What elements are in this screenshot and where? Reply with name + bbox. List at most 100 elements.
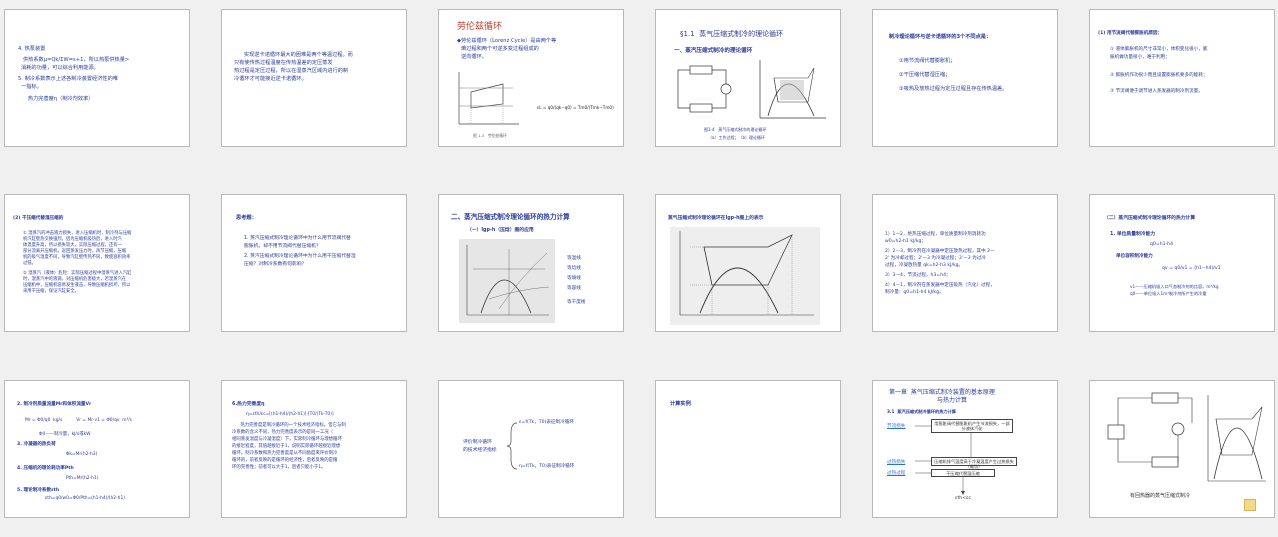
- slide-8-item: 1. 蒸汽压缩式制冷理论循环中为什么用节流阀代替: [244, 236, 351, 241]
- slide-15-left: 评价制冷循环: [463, 440, 492, 445]
- slide-14-title: 6.热力完善度η: [232, 402, 265, 407]
- slide-13-line: 5. 理论制冷系数εth: [17, 488, 60, 493]
- refrigeration-cycle-diagram: [677, 60, 826, 119]
- slide-5-title: 制冷理论循环与逆卡诺循环的3个不同点是：: [889, 34, 992, 40]
- slide-13-line: 3. 冷凝器的热负荷: [17, 442, 56, 447]
- regenerative-cycle-diagram: [1107, 392, 1266, 482]
- slide-9-title: 二、蒸汽压缩式制冷理论循环的热力计算: [451, 213, 570, 221]
- slide-4-caption-2: （a）工作过程；（b）理论循环: [708, 135, 765, 140]
- slide-8-item: 膨胀机，却不用节流阀代替压缩机？: [244, 244, 321, 249]
- slide-7-title: (2) 干压缩代替湿压缩的: [13, 216, 64, 221]
- slide-6-item: ② 膨胀机作功很少而且设置膨胀机要多的能耗；: [1110, 73, 1208, 78]
- slide-7-item: 过低。: [23, 261, 36, 266]
- slide-16[interactable]: 计算实例: [655, 380, 841, 518]
- slide-15-bottom: η=f(Tk，T0)表征制冷循环: [519, 464, 575, 469]
- slide-11[interactable]: 1）1—2，绝热压缩过程，单位质量制冷剂消耗功 w0=h2-h1 kJ/kg； …: [872, 194, 1058, 332]
- slide-4-title: §1.1 蒸气压缩式制冷的理论循环: [680, 30, 784, 38]
- slide-13-line: Φk=Mr(h2-h3): [17, 452, 98, 457]
- slide-4[interactable]: §1.1 蒸气压缩式制冷的理论循环 一、蒸汽压缩式制冷的理论循环 图1-4 蒸气…: [655, 9, 841, 147]
- slide-17[interactable]: 第一章 蒸气压缩式制冷装置的基本原理 与热力计算 3.1 蒸汽压缩式制冷循环的热…: [872, 380, 1058, 518]
- slide-2-line: 只有使传热过程温度在传热温差的定压蒸发: [234, 60, 333, 66]
- slide-2[interactable]: 实现逆卡诺循环最大的困难是两个等温过程。而 只有使传热过程温度在传热温差的定压蒸…: [221, 9, 407, 147]
- slide-18[interactable]: 有回热器的蒸气压缩式制冷: [1089, 380, 1275, 518]
- slide-5-item: ②干压缩代替湿压缩；: [899, 72, 951, 78]
- slide-12-formula-2: qv = q0/v1 = (h1−h4)/v1: [1162, 266, 1221, 271]
- slide-9[interactable]: 二、蒸汽压缩式制冷理论循环的热力计算 （一）lgp-h（压焓）图的应用 等温线 …: [438, 194, 624, 332]
- slide-2-line: 热过程是定压过程，所以在湿蒸汽区域内进行的制: [234, 68, 349, 74]
- slide-5[interactable]: 制冷理论循环与逆卡诺循环的3个不同点是： ①用节流阀代替膨胀机； ②干压缩代替湿…: [872, 9, 1058, 147]
- slide-4-caption-1: 图1-4 蒸气压缩式制冷的理论循环: [704, 127, 767, 132]
- lorenz-diagram: [458, 72, 519, 125]
- slide-9-legend: 等干度线: [567, 300, 586, 305]
- slide-10[interactable]: 蒸气压缩式制冷理论循环在lgp-h图上的表示: [655, 194, 841, 332]
- slide-3-caption: 图 1-3 劳伦兹循环: [473, 133, 507, 138]
- slide-14-formula: η=εth/εc=[(h1-h4)/(h2-h1)]·[T0/(Tk-T0)]: [246, 412, 334, 417]
- slide-9-legend: 等焓线: [567, 266, 581, 271]
- slide-1-line: 4. 热泵装置: [18, 46, 46, 52]
- slide-18-note-icon[interactable]: [1244, 499, 1256, 511]
- slide-6-item: ③ 节流阀便于调节进入蒸发器的制冷剂流量。: [1110, 89, 1203, 94]
- slide-12-sub-1: 1. 单位质量制冷能力: [1110, 232, 1156, 237]
- slide-13-line: Mr = Φ0/q0 kg/s Vr = Mr·v1 = Φ0/qv m³/s: [25, 418, 133, 423]
- slide-18-caption: 有回热器的蒸气压缩式制冷: [1130, 493, 1191, 499]
- slide-9-subtitle: （一）lgp-h（压焓）图的应用: [467, 228, 534, 233]
- slide-14-item: 循环的，前者反映的是循环的经济性，后者反映的是循: [232, 458, 338, 463]
- slide-13-line: Pth=Mr(h2-h1): [17, 476, 99, 481]
- slide-17-result: εth<εc: [955, 496, 972, 501]
- slide-1-line: 热力完善度η（制冷剂效率）: [18, 96, 94, 102]
- slide-14-item: 冷系数的含义不同，热力完善度表示的是同一工况（: [232, 430, 333, 435]
- slide-12-title: （二）蒸汽压缩式制冷理论循环的热力计算: [1104, 216, 1196, 221]
- slide-13[interactable]: 2. 制冷剂质量流量Mr和体积流量Vr Mr = Φ0/q0 kg/s Vr =…: [4, 380, 190, 518]
- slide-13-line: 2. 制冷剂质量流量Mr和体积流量Vr: [17, 402, 92, 407]
- slide-15[interactable]: 评价制冷循环 的技术经济指标 ε=f(Tk，T0)表征制冷循环 η=f(Tk，T…: [438, 380, 624, 518]
- slide-13-line: εth=q0/w0=Φ0/Pth=(h1-h4)/(h2-h1): [17, 496, 125, 501]
- slide-3-line: ◆劳伦兹循环（Lorenz Cycle）是由两个等: [457, 38, 557, 44]
- slide-3-title: 劳伦兹循环: [457, 22, 503, 32]
- slide-1[interactable]: 4. 热泵装置 供热系数μ=Qk/ΣW=ε+1，所以热泵供热量> 消耗的功量，可…: [4, 9, 190, 147]
- slide-5-item: ①用节流阀代替膨胀机；: [899, 58, 956, 64]
- slide-8-title: 思考题：: [236, 215, 257, 221]
- slide-3[interactable]: 劳伦兹循环 ◆劳伦兹循环（Lorenz Cycle）是由两个等 熵过程和两个可逆…: [438, 9, 624, 147]
- slide-11-item: 制冷量：q0=h1-h4 kJ/kg。: [885, 290, 944, 295]
- slide-3-line: 熵过程和两个可逆多变过程组成的: [461, 46, 539, 52]
- slide-12[interactable]: （二）蒸汽压缩式制冷理论循环的热力计算 1. 单位质量制冷能力 q0=h1-h4…: [1089, 194, 1275, 332]
- slide-14-item: 相同蒸发温度与冷凝温度）下，实际制冷循环与理想循环: [232, 437, 342, 442]
- slide-9-legend: 等容线: [567, 286, 581, 291]
- slide-15-bracket: [507, 422, 518, 470]
- slide-11-item: 3）3—4，节流过程，h3=h4；: [885, 273, 951, 278]
- slide-3-formula: εL = q0/(qk−q0) = Tm0/(Tmk−Tm0): [537, 105, 614, 110]
- slide-14-item: 环的完善性；前者可以大于1，后者只能小于1。: [232, 465, 326, 470]
- slide-1-line: 供热系数μ=Qk/ΣW=ε+1，所以热泵供热量>: [18, 57, 130, 63]
- lgp-h-chart-image: [459, 239, 555, 323]
- slide-15-top: ε=f(Tk，T0)表征制冷循环: [519, 420, 574, 425]
- slide-13-line: Φ0——制冷量，kJ/s或kW: [39, 432, 91, 437]
- slide-10-title: 蒸气压缩式制冷理论循环在lgp-h图上的表示: [668, 216, 764, 221]
- slide-9-legend: 等温线: [567, 256, 581, 261]
- slide-13-line: 4. 压缩机的理论耗功率Pth: [17, 466, 74, 471]
- slide-2-line: 冷循环才可能接近逆卡诺循环。: [234, 76, 307, 82]
- slide-14-item: 循环。制冷系数和热力完善度是从不同角度来评价制冷: [232, 451, 338, 456]
- slide-7[interactable]: (2) 干压缩代替湿压缩的 ① 湿蒸汽的冲击液力损失，进入压缩机时，制冷剂与压缩…: [4, 194, 190, 332]
- slide-3-line: 逆向循环。: [461, 54, 487, 60]
- slide-6[interactable]: (1) 用节流阀代替膨胀机原因： ① 液体膨胀机的尺寸非常小，体积变化很小，膨 …: [1089, 9, 1275, 147]
- slide-12-formula-1: q0=h1-h4: [1150, 242, 1174, 247]
- slide-14[interactable]: 6.热力完善度η η=εth/εc=[(h1-h4)/(h2-h1)]·[T0/…: [221, 380, 407, 518]
- slide-6-title: (1) 用节流阀代替膨胀机原因：: [1098, 31, 1163, 36]
- slide-8-item: 压缩？对制冷系数有何影响？: [244, 262, 307, 267]
- slide-8-item: 2. 蒸汽压缩式制冷理论循环中为什么用干压缩代替湿: [244, 254, 356, 259]
- slide-8[interactable]: 思考题： 1. 蒸汽压缩式制冷理论循环中为什么用节流阀代替 膨胀机，却不用节流阀…: [221, 194, 407, 332]
- slide-12-note-2: q0——单位吸入1m³制冷剂所产生的冷量: [1130, 291, 1207, 296]
- slide-16-title: 计算实例: [670, 401, 691, 407]
- slide-4-subtitle: 一、蒸汽压缩式制冷的理论循环: [674, 48, 753, 54]
- slide-1-line: 一指标。: [21, 84, 42, 90]
- slide-1-line: 消耗的功量，可以综合利用能源。: [21, 65, 99, 71]
- slide-7-item: 采用干压缩，保证汽缸安全。: [23, 289, 79, 294]
- slide-7-item: 机的吸气温度不同，导致汽缸壁传热不同，致使容积效率: [23, 255, 131, 260]
- slide-9-legend: 等熵线: [567, 276, 581, 281]
- slide-14-item: 热力完善度是制冷循环的一个技术经济指标，但它与制: [232, 423, 346, 428]
- slide-5-item: ③吸热及放热过程为定压过程且存在传热温差。: [899, 86, 1008, 92]
- slide-12-sub-2: 单位容积制冷能力: [1116, 254, 1153, 259]
- slide-11-item: 过程，冷凝放热量 qk=h2-h3 kJ/kg。: [885, 263, 964, 268]
- slide-2-line: 实现逆卡诺循环最大的困难是两个等温过程。而: [234, 52, 353, 58]
- slide-6-item: 胀机做功量很小，难于利用；: [1110, 55, 1170, 60]
